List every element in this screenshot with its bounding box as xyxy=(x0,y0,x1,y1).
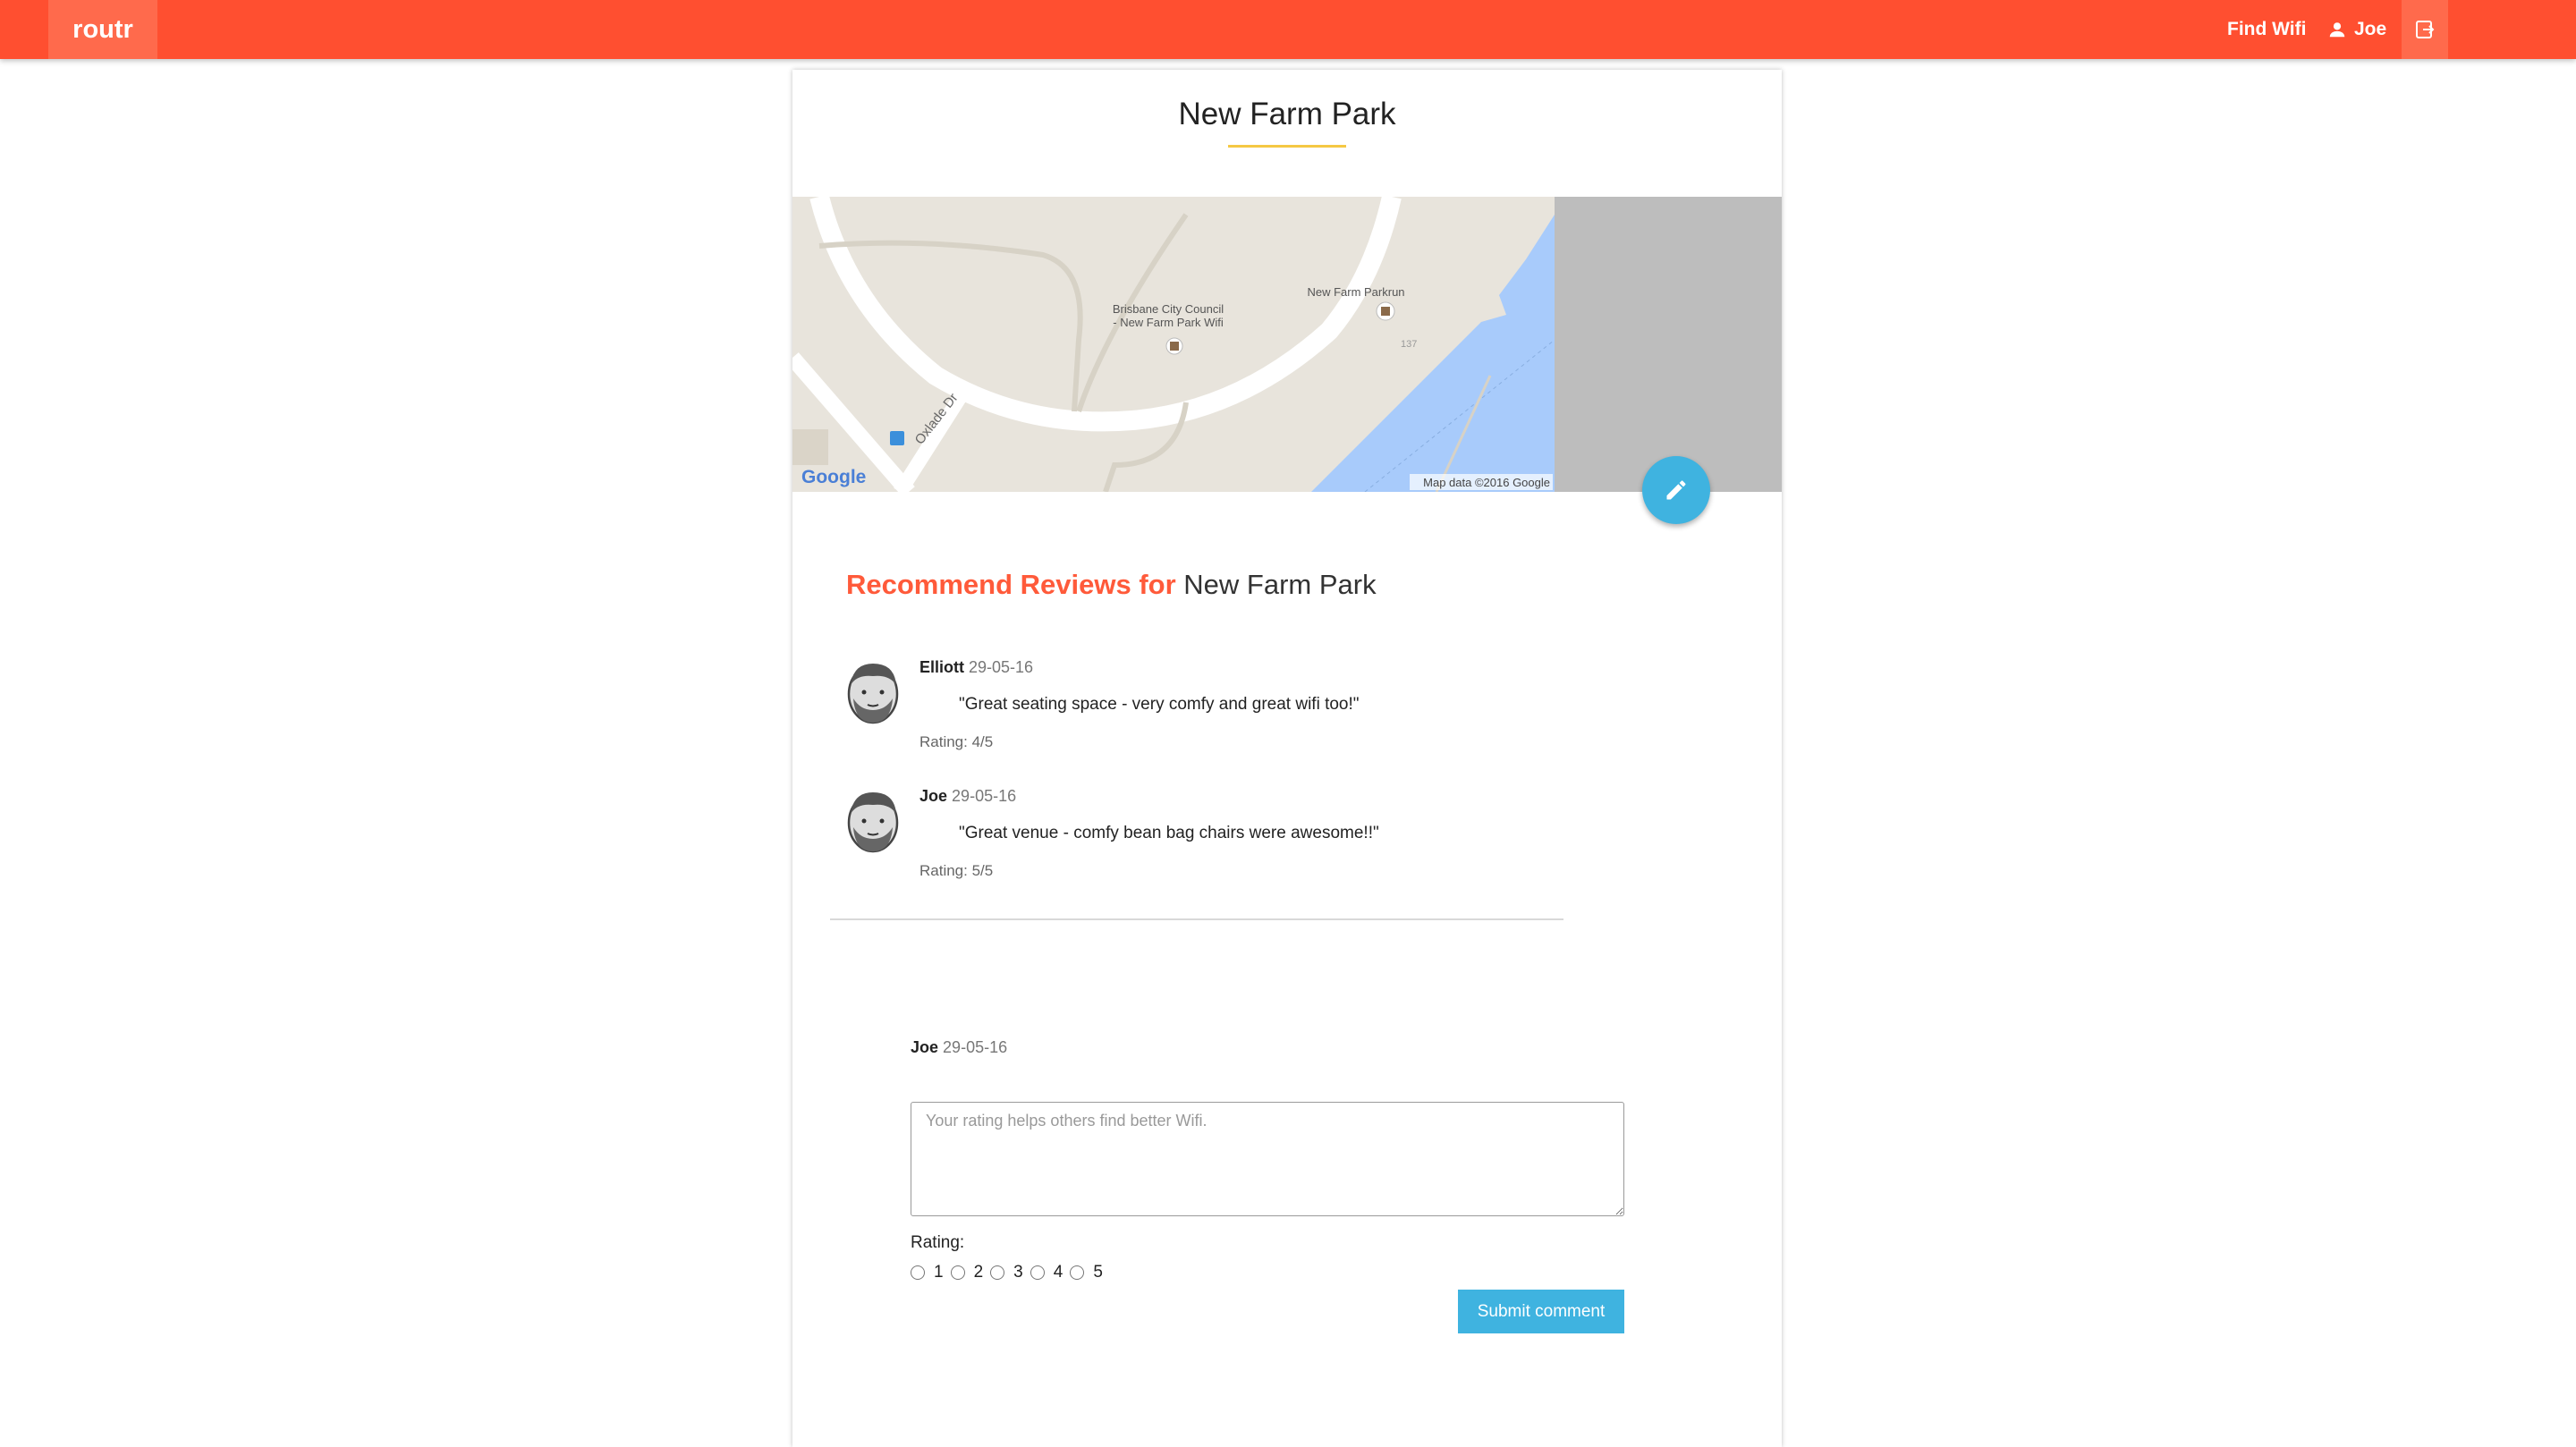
logout-icon xyxy=(2416,21,2435,38)
user-name: Joe xyxy=(2354,19,2387,39)
review-meta: Joe 29-05-16 xyxy=(919,787,1016,806)
pencil-icon xyxy=(1666,480,1686,500)
map-attribution: Map data ©2016 Google xyxy=(1423,476,1550,489)
rating-radio-3[interactable] xyxy=(990,1265,1005,1280)
reviews-heading: Recommend Reviews for New Farm Park xyxy=(846,569,1377,601)
top-navbar: routr Find Wifi Joe xyxy=(0,0,2576,59)
avatar xyxy=(847,792,899,853)
review-date: 29-05-16 xyxy=(952,787,1017,805)
google-logo: Google xyxy=(801,467,866,487)
page-title: New Farm Park xyxy=(1178,97,1396,131)
rating-option-1[interactable]: 1 xyxy=(909,1263,949,1282)
user-menu[interactable]: Joe xyxy=(2327,0,2386,59)
review-text: "Great seating space - very comfy and gr… xyxy=(959,695,1360,714)
review-rating: Rating: 4/5 xyxy=(919,733,994,750)
map-label-parkrun: New Farm Parkrun xyxy=(1307,285,1404,299)
review-text: "Great venue - comfy bean bag chairs wer… xyxy=(959,824,1379,842)
venue-card: New Farm Park Brisbane City Council - Ne… xyxy=(792,70,1782,1447)
review-rating: Rating: 5/5 xyxy=(919,862,994,879)
map-label-wifi-2: - New Farm Park Wifi xyxy=(1113,316,1224,329)
title-underline xyxy=(1228,145,1346,148)
brand-logo[interactable]: routr xyxy=(48,0,157,59)
rating-radio-2[interactable] xyxy=(950,1265,965,1280)
review-author: Joe xyxy=(919,787,948,805)
rating-radio-4[interactable] xyxy=(1030,1265,1045,1280)
rating-option-3[interactable]: 3 xyxy=(988,1263,1029,1282)
comment-textarea[interactable] xyxy=(911,1102,1624,1216)
person-icon xyxy=(2329,22,2345,38)
comment-form-date: 29-05-16 xyxy=(943,1038,1008,1056)
map-canvas: Brisbane City Council - New Farm Park Wi… xyxy=(792,197,1782,492)
review-meta: Elliott 29-05-16 xyxy=(919,658,1033,677)
submit-comment-button[interactable]: Submit comment xyxy=(1458,1290,1624,1333)
rating-option-4[interactable]: 4 xyxy=(1029,1263,1069,1282)
reviews-heading-place: New Farm Park xyxy=(1183,569,1377,600)
comment-form-meta: Joe 29-05-16 xyxy=(911,1038,1007,1057)
logout-button[interactable] xyxy=(2402,0,2448,59)
rating-option-2[interactable]: 2 xyxy=(949,1263,989,1282)
reviews-divider xyxy=(830,918,1563,920)
find-wifi-link[interactable]: Find Wifi xyxy=(2227,0,2306,59)
comment-form-user: Joe xyxy=(911,1038,939,1056)
review-date: 29-05-16 xyxy=(969,658,1034,676)
rating-radio-1[interactable] xyxy=(911,1265,925,1280)
review-author: Elliott xyxy=(919,658,964,676)
edit-review-fab[interactable] xyxy=(1642,456,1710,524)
reviews-heading-accent: Recommend Reviews for xyxy=(846,569,1176,600)
avatar xyxy=(847,664,899,724)
rating-label: Rating: xyxy=(911,1233,965,1252)
rating-option-5[interactable]: 5 xyxy=(1068,1263,1108,1282)
venue-map[interactable]: Brisbane City Council - New Farm Park Wi… xyxy=(792,197,1782,492)
rating-radio-group: 1 2 3 4 5 xyxy=(909,1263,1108,1282)
map-label-number: 137 xyxy=(1401,339,1417,350)
map-label-wifi-1: Brisbane City Council xyxy=(1113,302,1224,316)
rating-radio-5[interactable] xyxy=(1070,1265,1085,1280)
